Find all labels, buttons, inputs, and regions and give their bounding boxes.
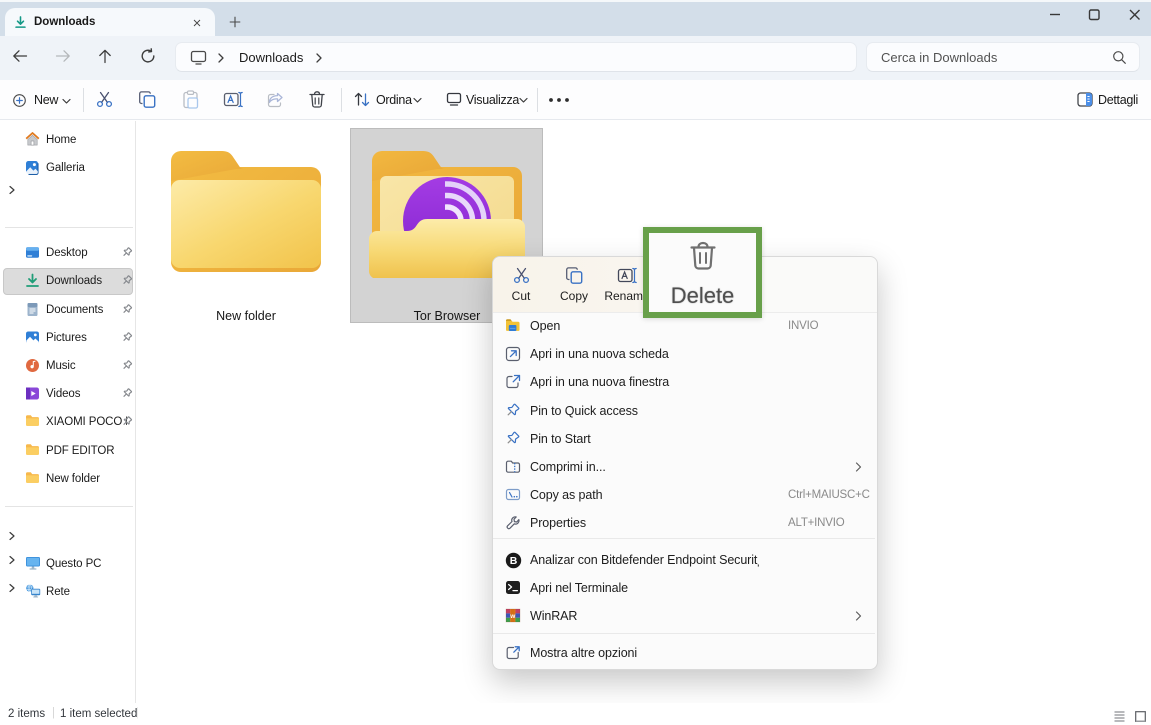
- svg-text:B: B: [510, 555, 518, 567]
- svg-text:w: w: [509, 613, 516, 620]
